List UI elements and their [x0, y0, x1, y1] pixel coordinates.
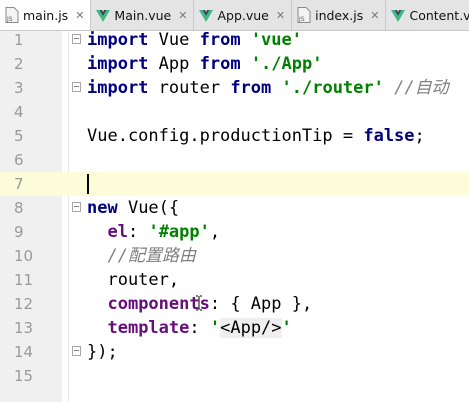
identifier: Vue({	[117, 198, 180, 218]
string-quote: '	[209, 318, 221, 338]
line-number: 11	[14, 271, 34, 289]
tab-main-js[interactable]: JS main.js ✕	[0, 0, 92, 30]
statement: Vue.config.productionTip =	[87, 126, 364, 146]
line-number: 9	[14, 223, 24, 241]
code-line[interactable]: 2 import App from './App'	[0, 52, 469, 76]
line-number: 7	[0, 172, 62, 196]
line-number: 4	[14, 103, 24, 121]
identifier: router,	[87, 270, 180, 290]
keyword: false	[363, 126, 415, 146]
vue-file-icon	[96, 10, 111, 22]
code-line[interactable]: 14 });	[0, 340, 469, 364]
punctuation: ,	[209, 222, 221, 242]
line-number: 2	[14, 55, 24, 73]
js-file-icon: JS	[297, 7, 311, 23]
line-number: 8	[14, 199, 24, 217]
keyword: new	[87, 198, 118, 218]
close-icon[interactable]: ✕	[276, 9, 285, 22]
punctuation: ;	[414, 126, 425, 146]
punctuation: });	[87, 342, 118, 362]
tab-main-vue[interactable]: Main.vue ✕	[91, 0, 195, 30]
code-line[interactable]: 10 //配置路由	[0, 244, 469, 268]
code-line[interactable]: 11 router,	[0, 268, 469, 292]
line-number: 12	[14, 295, 34, 313]
line-number: 15	[14, 367, 34, 385]
code-line[interactable]: 1 import Vue from 'vue'	[0, 28, 469, 52]
tab-app-vue[interactable]: App.vue ✕	[194, 0, 293, 30]
tab-label: main.js	[23, 7, 69, 23]
property-key: el	[107, 222, 128, 242]
string-quote: '	[281, 318, 292, 338]
fold-icon[interactable]	[72, 346, 81, 356]
identifier: App	[148, 54, 200, 74]
code-line[interactable]: 15	[0, 364, 469, 388]
comment: //配置路由	[107, 246, 196, 266]
code-line[interactable]: 8 new Vue({	[0, 196, 469, 220]
string-literal: 'vue'	[250, 30, 302, 50]
identifier: Vue	[148, 30, 200, 50]
code-line[interactable]: 5 Vue.config.productionTip = false;	[0, 124, 469, 148]
code-line[interactable]: 6	[0, 148, 469, 172]
string-literal: './router'	[281, 78, 384, 98]
string-literal: '#app'	[148, 222, 210, 242]
line-number: 14	[14, 343, 34, 361]
code-line[interactable]: 3 import router from './router' //自动	[0, 76, 469, 100]
text-caret	[87, 174, 89, 194]
line-number: 10	[14, 247, 34, 265]
template-literal: <App/>	[220, 318, 282, 338]
punctuation: :	[189, 318, 210, 338]
string-literal: './App'	[250, 54, 323, 74]
close-icon[interactable]: ✕	[178, 9, 187, 22]
line-number: 1	[14, 31, 24, 49]
tab-content-vue[interactable]: Content.vu	[386, 0, 469, 30]
keyword: import	[87, 54, 149, 74]
tab-index-js[interactable]: JS index.js ✕	[292, 0, 387, 30]
punctuation: : { App },	[209, 294, 313, 314]
close-icon[interactable]: ✕	[75, 9, 84, 22]
close-icon[interactable]: ✕	[370, 9, 379, 22]
vue-file-icon	[391, 10, 406, 22]
keyword: import	[87, 30, 149, 50]
editor-tab-bar: JS main.js ✕ Main.vue ✕ App.vue ✕ JS ind…	[0, 0, 469, 31]
punctuation: :	[127, 222, 149, 242]
tab-label: Main.vue	[114, 7, 172, 23]
js-file-icon: JS	[5, 7, 19, 23]
fold-icon[interactable]	[72, 202, 81, 212]
keyword: from	[199, 30, 241, 50]
code-line[interactable]: 4	[0, 100, 469, 124]
svg-text:JS: JS	[298, 16, 305, 23]
line-number: 13	[14, 319, 34, 337]
i-beam-cursor-icon	[196, 295, 202, 311]
svg-text:JS: JS	[6, 16, 13, 23]
current-code-line[interactable]: 7	[0, 172, 469, 196]
code-line[interactable]: 13 template: '<App/>'	[0, 316, 469, 340]
line-number: 3	[14, 79, 24, 97]
code-line[interactable]: 12 components: { App },	[0, 292, 469, 316]
keyword: from	[199, 54, 241, 74]
vue-file-icon	[199, 10, 214, 22]
code-line[interactable]: 9 el: '#app',	[0, 220, 469, 244]
tab-label: App.vue	[217, 7, 269, 23]
code-editor[interactable]: 1 import Vue from 'vue' 2 import App fro…	[0, 28, 469, 402]
fold-icon[interactable]	[72, 82, 81, 92]
property-key: template	[107, 318, 190, 338]
line-number: 5	[14, 127, 24, 145]
identifier: router	[148, 78, 231, 98]
comment: //自动	[383, 78, 449, 98]
fold-icon[interactable]	[72, 34, 81, 44]
tab-label: index.js	[315, 7, 364, 23]
keyword: import	[87, 78, 149, 98]
line-number: 6	[14, 151, 24, 169]
tab-label: Content.vu	[409, 7, 469, 23]
keyword: from	[230, 78, 272, 98]
